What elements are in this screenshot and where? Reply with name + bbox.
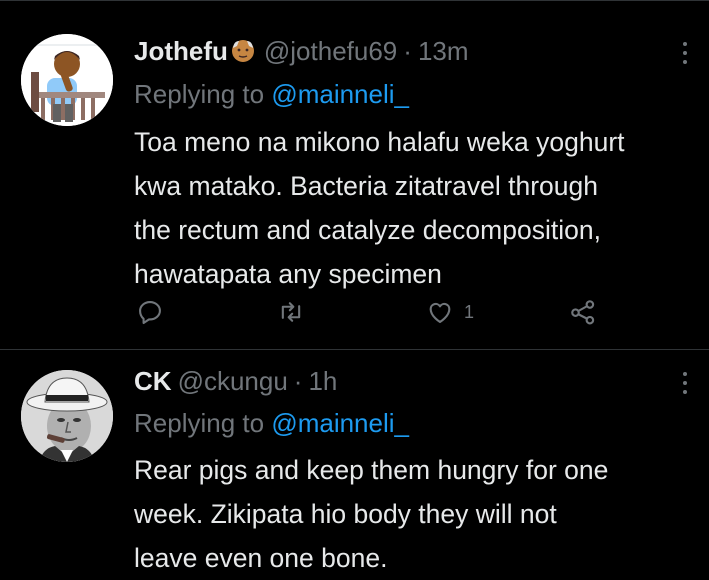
top-divider <box>0 0 709 1</box>
tweet-header: CK @ckungu · 1h <box>134 364 337 398</box>
tweet-text-line: Rear pigs and keep them hungry for one <box>134 455 609 485</box>
cartoon-man-at-desk-avatar-icon <box>21 34 113 126</box>
tweet-text: Rear pigs and keep them hungry for one w… <box>134 448 704 580</box>
tweet-text-line: week. Zikipata hio body they will not <box>134 499 557 529</box>
separator-dot: · <box>403 36 412 66</box>
handle[interactable]: @ckungu <box>178 366 288 396</box>
tweet-divider <box>0 349 709 350</box>
tweet-header: Jothefu @jothefu69 · 13m <box>134 34 469 68</box>
retweet-button[interactable] <box>277 294 305 330</box>
reply-icon <box>139 301 161 325</box>
tweet-text-line: leave even one bone. <box>134 543 388 573</box>
avatar[interactable] <box>21 370 113 462</box>
avatar[interactable] <box>21 34 113 126</box>
man-in-fedora-with-cigar-avatar-icon <box>21 370 113 462</box>
reply-mention-link[interactable]: @mainneli_ <box>271 408 409 438</box>
share-icon <box>571 300 595 325</box>
replying-to: Replying to @mainneli_ <box>134 406 409 440</box>
display-name[interactable]: CK <box>134 366 172 396</box>
more-options-icon[interactable] <box>674 368 696 398</box>
replying-to: Replying to @mainneli_ <box>134 77 409 111</box>
tweet-text-line: hawatapata any specimen <box>134 259 442 289</box>
tweet-text: Toa meno na mikono halafu weka yoghurt k… <box>134 120 704 296</box>
timestamp[interactable]: 1h <box>308 366 337 396</box>
replying-to-label: Replying to <box>134 408 265 438</box>
tweet-actions: 1 <box>134 294 614 330</box>
replying-to-label: Replying to <box>134 79 265 109</box>
more-options-icon[interactable] <box>674 38 696 68</box>
tweet-text-line: the rectum and catalyze decomposition, <box>134 215 601 245</box>
heart-icon <box>429 302 451 323</box>
tweet-text-line: Toa meno na mikono halafu weka yoghurt <box>134 127 625 157</box>
timestamp[interactable]: 13m <box>418 36 469 66</box>
reply-button[interactable] <box>136 294 164 330</box>
like-button[interactable]: 1 <box>426 294 474 330</box>
retweet-icon <box>281 302 301 322</box>
reply-mention-link[interactable]: @mainneli_ <box>271 79 409 109</box>
older-man-emoji-icon <box>230 37 256 71</box>
tweet-text-line: kwa matako. Bacteria zitatravel through <box>134 171 598 201</box>
display-name[interactable]: Jothefu <box>134 36 228 66</box>
handle[interactable]: @jothefu69 <box>264 36 397 66</box>
like-count: 1 <box>464 301 475 322</box>
share-button[interactable] <box>568 294 598 330</box>
separator-dot: · <box>293 366 303 396</box>
